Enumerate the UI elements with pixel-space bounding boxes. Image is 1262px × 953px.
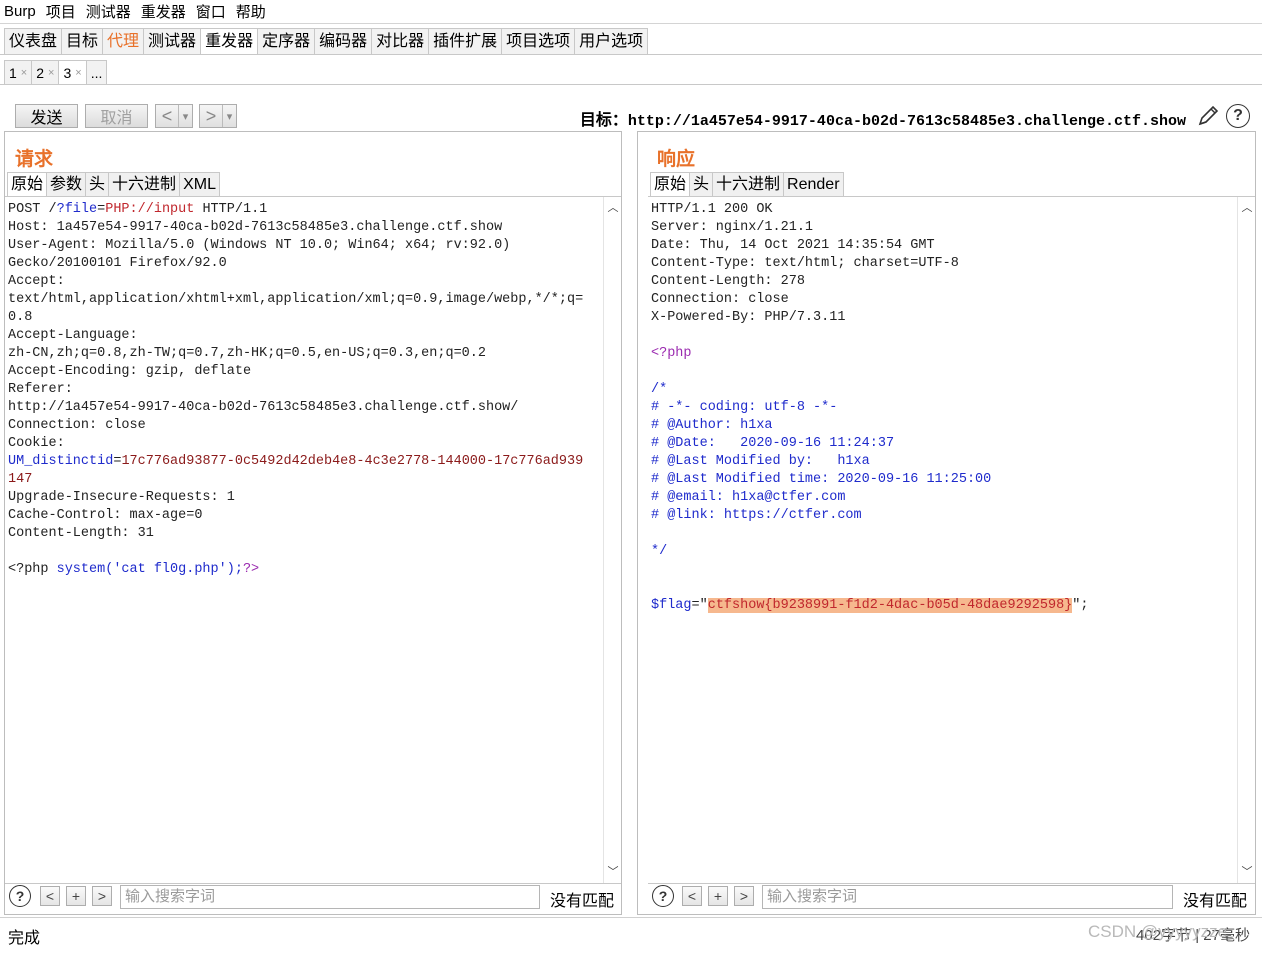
search-next-button[interactable]: > bbox=[734, 886, 754, 906]
request-search-bar: ? < + > 输入搜索字词 没有匹配 bbox=[5, 884, 621, 912]
request-scrollbar[interactable]: ︿ ﹀ bbox=[603, 197, 621, 883]
request-tab-hex[interactable]: 十六进制 bbox=[108, 172, 181, 196]
repeater-tab-label: 2 bbox=[36, 64, 45, 81]
scroll-up-icon[interactable]: ︿ bbox=[604, 199, 621, 217]
response-tab-headers[interactable]: 头 bbox=[689, 172, 714, 196]
request-view-tabs: 原始 参数 头 十六进制 XML bbox=[7, 172, 220, 196]
edit-target-icon[interactable] bbox=[1196, 104, 1220, 128]
response-search-input[interactable]: 输入搜索字词 bbox=[762, 885, 1173, 909]
request-pane: 请求 原始 参数 头 十六进制 XML POST /?file=PHP://in… bbox=[4, 131, 622, 915]
close-icon[interactable]: × bbox=[48, 61, 54, 85]
target-display: 目标：http://1a457e54-9917-40ca-b02d-7613c5… bbox=[580, 106, 1186, 130]
menu-help[interactable]: 帮助 bbox=[236, 1, 266, 22]
response-match-count: 没有匹配 bbox=[1183, 893, 1248, 910]
request-editor[interactable]: POST /?file=PHP://input HTTP/1.1 Host: 1… bbox=[5, 196, 621, 884]
response-pane: 响应 原始 头 十六进制 Render HTTP/1.1 200 OK Serv… bbox=[637, 131, 1256, 915]
forward-button[interactable]: > ▾ bbox=[199, 104, 237, 128]
menu-intruder[interactable]: 测试器 bbox=[86, 1, 131, 22]
repeater-tabs: 1 × 2 × 3 × ... bbox=[4, 60, 108, 85]
request-tab-raw[interactable]: 原始 bbox=[7, 172, 48, 196]
main-tabs: 仪表盘 目标 代理 测试器 重发器 定序器 编码器 对比器 插件扩展 项目选项 … bbox=[4, 28, 649, 54]
chevron-down-icon[interactable]: ▾ bbox=[223, 105, 236, 127]
close-icon[interactable]: × bbox=[75, 61, 81, 85]
chevron-down-icon[interactable]: ▾ bbox=[179, 105, 192, 127]
tab-intruder[interactable]: 测试器 bbox=[143, 28, 202, 54]
scroll-down-icon[interactable]: ﹀ bbox=[1238, 863, 1255, 881]
request-search-input[interactable]: 输入搜索字词 bbox=[120, 885, 540, 909]
tab-sequencer[interactable]: 定序器 bbox=[257, 28, 316, 54]
status-text: 完成 bbox=[8, 930, 41, 947]
response-tab-raw[interactable]: 原始 bbox=[650, 172, 691, 196]
repeater-tab-1[interactable]: 1 × bbox=[4, 60, 33, 85]
tab-extender[interactable]: 插件扩展 bbox=[428, 28, 503, 54]
search-options-button[interactable]: + bbox=[708, 886, 728, 906]
search-next-button[interactable]: > bbox=[92, 886, 112, 906]
response-tab-render[interactable]: Render bbox=[783, 172, 844, 196]
repeater-tab-3[interactable]: 3 × bbox=[58, 60, 87, 85]
request-text: POST /?file=PHP://input HTTP/1.1 Host: 1… bbox=[8, 202, 584, 577]
tab-decoder[interactable]: 编码器 bbox=[314, 28, 373, 54]
menu-repeater[interactable]: 重发器 bbox=[141, 1, 186, 22]
tab-dashboard[interactable]: 仪表盘 bbox=[4, 28, 63, 54]
response-title: 响应 bbox=[657, 149, 696, 170]
forward-arrow-icon: > bbox=[205, 105, 217, 126]
request-tab-xml[interactable]: XML bbox=[179, 172, 220, 196]
send-button[interactable]: 发送 bbox=[15, 104, 78, 128]
response-text: HTTP/1.1 200 OK Server: nginx/1.21.1 Dat… bbox=[651, 202, 1089, 613]
response-editor[interactable]: HTTP/1.1 200 OK Server: nginx/1.21.1 Dat… bbox=[648, 196, 1255, 884]
back-arrow-icon: < bbox=[161, 105, 173, 126]
tab-target[interactable]: 目标 bbox=[61, 28, 104, 54]
tab-project-options[interactable]: 项目选项 bbox=[501, 28, 576, 54]
tab-user-options[interactable]: 用户选项 bbox=[574, 28, 649, 54]
close-icon[interactable]: × bbox=[21, 61, 27, 85]
watermark: CSDN @yyyyyzze bbox=[1088, 922, 1228, 941]
request-tab-params[interactable]: 参数 bbox=[46, 172, 87, 196]
help-icon[interactable]: ? bbox=[1226, 104, 1250, 128]
repeater-tab-2[interactable]: 2 × bbox=[31, 60, 60, 85]
flag-highlight: ctfshow{b9238991-f1d2-4dac-b05d-48dae929… bbox=[707, 598, 1073, 613]
repeater-tab-label: 1 bbox=[9, 64, 17, 81]
target-label: 目标： bbox=[579, 112, 628, 129]
search-prev-button[interactable]: < bbox=[40, 886, 60, 906]
response-view-tabs: 原始 头 十六进制 Render bbox=[650, 172, 844, 196]
menu-burp[interactable]: Burp bbox=[4, 3, 36, 20]
help-icon[interactable]: ? bbox=[9, 885, 31, 907]
tab-repeater[interactable]: 重发器 bbox=[200, 28, 259, 54]
request-tab-headers[interactable]: 头 bbox=[85, 172, 110, 196]
search-options-button[interactable]: + bbox=[66, 886, 86, 906]
menu-project[interactable]: 项目 bbox=[46, 1, 76, 22]
repeater-tab-label: 3 bbox=[63, 64, 72, 81]
scroll-down-icon[interactable]: ﹀ bbox=[604, 863, 621, 881]
response-search-bar: ? < + > 输入搜索字词 没有匹配 bbox=[638, 884, 1255, 912]
scroll-up-icon[interactable]: ︿ bbox=[1238, 199, 1255, 217]
request-title: 请求 bbox=[15, 149, 54, 170]
sub-tabs-divider bbox=[0, 84, 1262, 85]
tab-comparer[interactable]: 对比器 bbox=[371, 28, 430, 54]
main-tabs-divider bbox=[0, 54, 1262, 55]
menubar: Burp 项目 测试器 重发器 窗口 帮助 bbox=[0, 0, 1262, 24]
tab-proxy[interactable]: 代理 bbox=[102, 28, 145, 54]
status-bar: 完成 402字节 | 27毫秒 CSDN @yyyyyzze bbox=[0, 917, 1262, 953]
back-button[interactable]: < ▾ bbox=[155, 104, 193, 128]
search-prev-button[interactable]: < bbox=[682, 886, 702, 906]
response-tab-hex[interactable]: 十六进制 bbox=[712, 172, 785, 196]
request-match-count: 没有匹配 bbox=[550, 893, 615, 910]
cancel-button[interactable]: 取消 bbox=[85, 104, 148, 128]
repeater-tab-new[interactable]: ... bbox=[85, 60, 108, 84]
menu-window[interactable]: 窗口 bbox=[196, 1, 226, 22]
help-icon[interactable]: ? bbox=[652, 885, 674, 907]
response-scrollbar[interactable]: ︿ ﹀ bbox=[1237, 197, 1255, 883]
target-url: http://1a457e54-9917-40ca-b02d-7613c5848… bbox=[627, 113, 1186, 130]
